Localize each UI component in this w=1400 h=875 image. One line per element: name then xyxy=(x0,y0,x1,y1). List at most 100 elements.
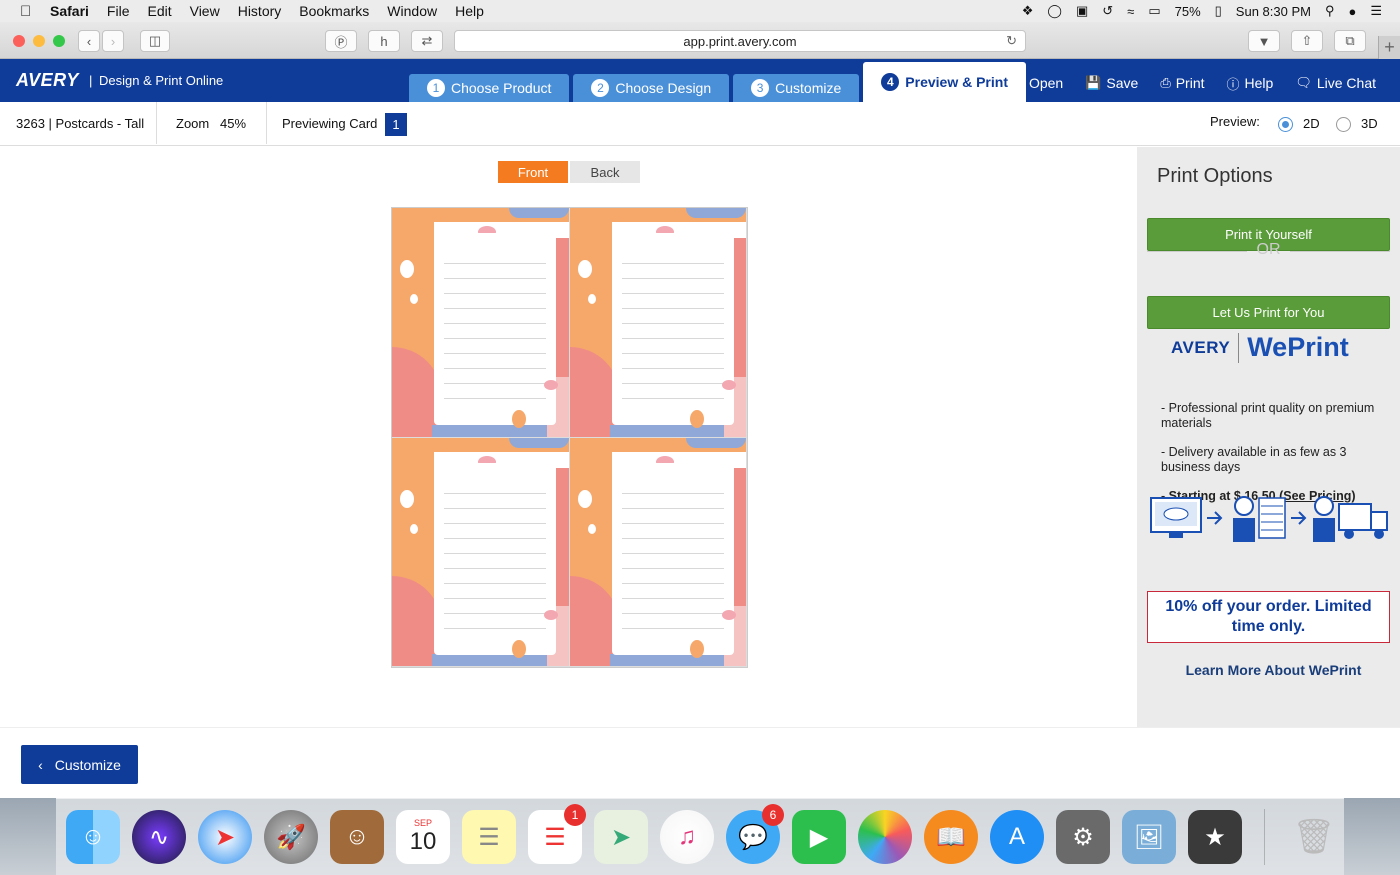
back-tab[interactable]: Back xyxy=(570,161,640,183)
benefit-delivery: - Delivery available in as few as 3 busi… xyxy=(1161,445,1347,474)
reload-icon[interactable]: ↻ xyxy=(1006,33,1017,49)
help-label: Help xyxy=(1244,75,1274,91)
tab-choose-product[interactable]: 1 Choose Product xyxy=(409,74,570,102)
open-link[interactable]: 🗍 Open xyxy=(1011,72,1063,94)
zoom-window-button[interactable] xyxy=(53,35,65,47)
radio-2d[interactable] xyxy=(1278,117,1293,133)
promo-banner[interactable]: 10% off your order. Limited time only. xyxy=(1147,591,1390,643)
calendar-icon[interactable]: SEP 10 xyxy=(396,810,450,864)
itunes-icon[interactable]: ♫ xyxy=(660,810,714,864)
photos-icon[interactable] xyxy=(858,810,912,864)
print-options-panel: Print Options Print it Yourself OR Let U… xyxy=(1137,147,1400,727)
forward-nav-button[interactable]: › xyxy=(102,30,124,52)
radio-3d[interactable] xyxy=(1336,117,1351,133)
sidebar-toggle-button[interactable]: ◫ xyxy=(140,30,170,52)
sidebar-icon: ◫ xyxy=(148,33,162,48)
system-preferences-icon[interactable]: ⚙ xyxy=(1056,810,1110,864)
help-link[interactable]: ⓘ Help xyxy=(1227,72,1274,94)
menu-edit[interactable]: Edit xyxy=(147,3,171,19)
avery-logo[interactable]: AVERY xyxy=(16,70,79,91)
tabs-overview-button[interactable]: ⧉ xyxy=(1334,30,1366,52)
url-text: app.print.avery.com xyxy=(683,33,797,49)
chevron-left-icon: ‹ xyxy=(86,33,92,49)
finder-icon[interactable]: ☺ xyxy=(66,810,120,864)
front-tab[interactable]: Front xyxy=(498,161,568,183)
menu-bookmarks[interactable]: Bookmarks xyxy=(299,3,369,19)
swap-extension-button[interactable]: ⇄ xyxy=(411,30,443,52)
address-bar[interactable]: app.print.avery.com ↻ xyxy=(454,30,1026,52)
preview-3d-option[interactable]: 3D xyxy=(1336,116,1378,133)
chat-bubble-icon: 🗨 xyxy=(1295,75,1312,90)
minimize-window-button[interactable] xyxy=(33,35,45,47)
safari-icon[interactable]: ➤ xyxy=(198,810,252,864)
help-icon: ⓘ xyxy=(1226,76,1240,92)
dropbox-icon[interactable]: ❖ xyxy=(1022,3,1034,19)
sync-icon[interactable]: ↺ xyxy=(1102,3,1113,19)
save-icon: 💾 xyxy=(1085,75,1102,90)
facetime-icon[interactable]: ▶ xyxy=(792,810,846,864)
print-label: Print xyxy=(1175,75,1205,91)
image-capture-icon[interactable]: ★ xyxy=(1188,810,1242,864)
apple-menu-icon[interactable]:  xyxy=(20,3,36,20)
menu-window[interactable]: Window xyxy=(387,3,437,19)
tab-preview-print[interactable]: 4 Preview & Print xyxy=(863,62,1026,102)
downloads-button[interactable]: ▼ xyxy=(1248,30,1280,52)
reminders-icon[interactable]: ☰ 1 xyxy=(528,804,586,864)
menu-help[interactable]: Help xyxy=(455,3,484,19)
launchpad-icon[interactable]: 🚀 xyxy=(264,810,318,864)
siri-icon[interactable]: ∿ xyxy=(132,810,186,864)
chat-label: Live Chat xyxy=(1316,75,1376,91)
menu-history[interactable]: History xyxy=(238,3,282,19)
preview-2d-option[interactable]: 2D xyxy=(1278,116,1320,133)
preview-app-icon[interactable]: 🖼 xyxy=(1122,810,1176,864)
new-tab-button[interactable]: + xyxy=(1378,36,1400,59)
notes-icon[interactable]: ☰ xyxy=(462,810,516,864)
wifi-icon[interactable]: ≈ xyxy=(1127,4,1134,19)
honey-extension-button[interactable]: h xyxy=(368,30,400,52)
avery-weprint-logo: AVERY WePrint xyxy=(1171,332,1349,363)
maps-icon[interactable]: ➤ xyxy=(594,810,648,864)
menu-clock[interactable]: Sun 8:30 PM xyxy=(1236,4,1311,19)
pinterest-extension-button[interactable]: Ⓟ xyxy=(325,30,357,52)
display-icon[interactable]: ▣ xyxy=(1076,3,1088,19)
preview-canvas: Front Back xyxy=(0,147,1137,727)
tab-customize[interactable]: 3 Customize xyxy=(733,74,860,102)
menu-app-name[interactable]: Safari xyxy=(50,3,89,19)
tab-choose-design[interactable]: 2 Choose Design xyxy=(573,74,730,102)
macos-dock: ☺ ∿ ➤ 🚀 ☺ SEP 10 ☰ ☰ 1 ➤ ♫ 💬 6 ▶ 📖 A ⚙ 🖼 ★… xyxy=(56,798,1344,875)
save-link[interactable]: 💾 Save xyxy=(1085,72,1138,94)
airplay-icon[interactable]: ▭ xyxy=(1148,3,1160,19)
siri-icon[interactable]: ● xyxy=(1348,4,1356,19)
app-store-icon[interactable]: A xyxy=(990,810,1044,864)
print-link[interactable]: ⎙ Print xyxy=(1160,72,1204,94)
trash-icon[interactable]: 🗑 xyxy=(1287,810,1341,864)
battery-percent[interactable]: 75% xyxy=(1175,4,1201,19)
share-icon: ⇧ xyxy=(1301,33,1313,48)
postcard-preview xyxy=(569,437,747,667)
let-us-print-button[interactable]: Let Us Print for You xyxy=(1147,296,1390,329)
side-toggle: Front Back xyxy=(498,161,640,183)
menu-view[interactable]: View xyxy=(190,3,220,19)
learn-more-link[interactable]: Learn More About WePrint xyxy=(1137,662,1400,678)
notification-center-icon[interactable]: ☰ xyxy=(1370,3,1382,19)
chevron-right-icon: › xyxy=(110,33,116,49)
share-button[interactable]: ⇧ xyxy=(1291,30,1323,52)
calendar-day: 10 xyxy=(409,828,437,855)
safari-window: ‹ › ◫ Ⓟ h ⇄ app.print.avery.com ↻ ▼ ⇧ ⧉ … xyxy=(0,22,1400,798)
open-label: Open xyxy=(1028,75,1064,91)
ibooks-icon[interactable]: 📖 xyxy=(924,810,978,864)
spotlight-icon[interactable]: ⚲ xyxy=(1325,3,1335,19)
live-chat-link[interactable]: 🗨 Live Chat xyxy=(1295,72,1376,94)
back-to-customize-button[interactable]: ‹ Customize xyxy=(21,745,138,784)
creative-cloud-icon[interactable]: ◯ xyxy=(1047,3,1062,19)
menu-file[interactable]: File xyxy=(107,3,130,19)
messages-icon[interactable]: 💬 6 xyxy=(726,804,784,864)
close-window-button[interactable] xyxy=(13,35,25,47)
contacts-icon[interactable]: ☺ xyxy=(330,810,384,864)
divider xyxy=(156,102,157,144)
battery-icon[interactable]: ▯ xyxy=(1215,3,1222,19)
back-nav-button[interactable]: ‹ xyxy=(78,30,100,52)
avery-header: AVERY | Design & Print Online 1 Choose P… xyxy=(0,59,1400,102)
card-number-button[interactable]: 1 xyxy=(385,113,407,136)
zoom-value[interactable]: 45% xyxy=(220,116,246,131)
